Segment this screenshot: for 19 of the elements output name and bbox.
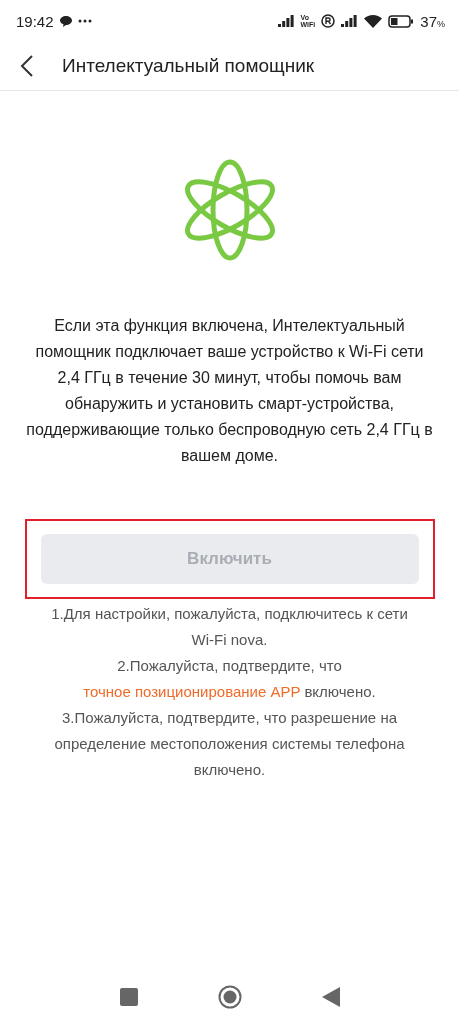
location-settings-link[interactable]: точное позиционирование APP xyxy=(83,683,301,700)
home-icon[interactable] xyxy=(217,985,242,1009)
roaming-icon xyxy=(321,14,336,28)
message-icon xyxy=(59,15,72,27)
battery-percent: 37% xyxy=(420,12,445,30)
wifi-icon xyxy=(364,14,383,28)
back-icon[interactable] xyxy=(20,54,34,78)
battery-icon xyxy=(388,14,415,28)
instruction-text: 1.Для настройки, пожалуйста, подключитесь к сети Wi-Fi nova. xyxy=(50,604,409,650)
signal-icon xyxy=(277,15,295,27)
recents-icon[interactable] xyxy=(119,988,138,1006)
back-nav-icon[interactable] xyxy=(321,987,340,1007)
more-icon xyxy=(77,19,92,23)
page-title: Интелектуальный помощник xyxy=(62,55,315,77)
status-time: 19:42 xyxy=(16,12,54,30)
description-text: Если эта функция включена, Интелектуальный помощник подключает ваше устройство к Wi-Fi сети 2,4 ГГц в течение 30 минут, чтобы помочь вам обнаружить и установить смарт-устройства, поддерживающие только беспроводную сеть 2,4 ГГц в вашем доме. xyxy=(26,316,433,466)
instruction-text: 3.Пожалуйста, подтвердите, что разрешение на определение местоположения системы телефона включено. xyxy=(53,708,406,780)
instruction-text: 2.Пожалуйста, подтвердите, что точное позиционирование APP включено. xyxy=(82,656,377,702)
signal-icon xyxy=(341,15,359,27)
